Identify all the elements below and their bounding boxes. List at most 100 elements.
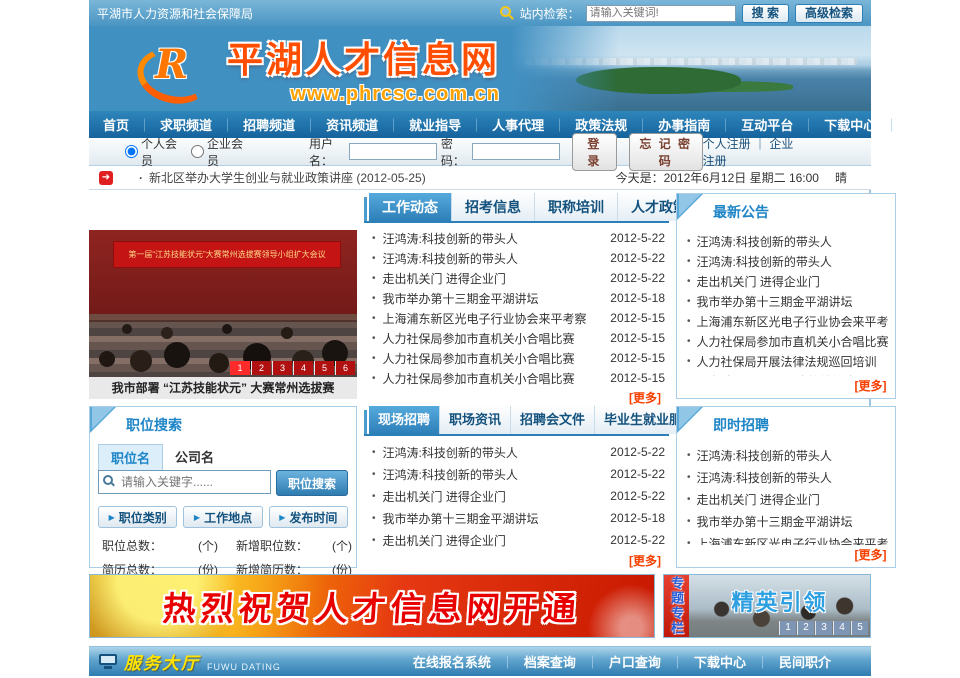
nav-item[interactable]: 资讯频道 <box>295 115 378 134</box>
login-bar: 个人会员 企业会员 用户名： 密码： 登 录 忘 记 密 码 个人注册 ｜ 企业… <box>89 138 871 166</box>
service-link[interactable]: 档案查询 <box>491 652 576 671</box>
news-tab[interactable]: 工作动态 <box>369 193 452 221</box>
notice-list: 汪鸿涛:科技创新的带头人汪鸿涛:科技创新的带头人走出机关门 进得企业门我市举办第… <box>677 227 895 376</box>
advanced-search-button[interactable]: 高级检索 <box>795 4 863 23</box>
celebration-banner[interactable]: 热烈祝贺人才信息网开通 <box>89 574 655 638</box>
member-type-company[interactable]: 企业会员 <box>191 135 247 169</box>
photo-page-button[interactable]: 5 <box>314 361 334 375</box>
nav-item[interactable]: 首页 <box>103 115 129 134</box>
photo-page-button[interactable]: 1 <box>230 361 250 375</box>
more-link[interactable]: [更多] <box>677 376 895 398</box>
job-filter-button[interactable]: ▶职位类别 <box>98 506 177 528</box>
news-item[interactable]: 汪鸿涛:科技创新的带头人2012-5-22 <box>366 248 665 268</box>
job-search-panel: 职位搜索 职位名 公司名 职位搜索 ▶职位类别▶工作地点▶发布时间 职位总数： <box>89 406 357 568</box>
instant-item[interactable]: 汪鸿涛:科技创新的带头人 <box>683 466 889 488</box>
notice-item[interactable]: 上海浦东新区光电子行业协会来平考 <box>683 311 889 331</box>
site-search-input[interactable] <box>586 5 736 22</box>
news-item[interactable]: 走出机关门 进得企业门2012-5-22 <box>366 268 665 288</box>
news-tab[interactable]: 招考信息 <box>452 193 535 221</box>
service-link[interactable]: 下载中心 <box>661 652 746 671</box>
member-type-personal[interactable]: 个人会员 <box>125 135 181 169</box>
news-tab[interactable]: 职称培训 <box>535 193 618 221</box>
corner-fold-icon <box>90 407 116 433</box>
news-item[interactable]: 走出机关门 进得企业门2012-5-22 <box>366 485 665 507</box>
nav-item[interactable]: 招聘频道 <box>212 115 295 134</box>
nav-item[interactable]: 人事代理 <box>461 115 544 134</box>
recruit-news-list: 汪鸿涛:科技创新的带头人2012-5-22汪鸿涛:科技创新的带头人2012-5-… <box>364 436 669 551</box>
login-button[interactable]: 登 录 <box>572 133 617 171</box>
notice-item[interactable]: 人力社保局参加市直机关小合唱比赛 <box>683 331 889 351</box>
celebration-banner-text: 热烈祝贺人才信息网开通 <box>161 582 582 630</box>
special-column-banner[interactable]: 专题专栏 精英引领 12345 <box>663 574 871 638</box>
notice-item[interactable]: 我市举办第十三期金平湖讲坛 <box>683 291 889 311</box>
announcement-link[interactable]: 新北区举办大学生创业与就业政策讲座 (2012-05-25) <box>139 169 426 186</box>
news-tab[interactable]: 职场资讯 <box>440 406 511 434</box>
service-link[interactable]: 户口查询 <box>576 652 661 671</box>
service-hall-title: 服务大厅 <box>124 649 200 674</box>
nav-item[interactable]: 下载中心 <box>793 115 876 134</box>
job-keyword-input[interactable] <box>98 470 271 494</box>
photo-page-button[interactable]: 3 <box>272 361 292 375</box>
notice-item[interactable]: 人力社保局开展法律法规巡回培训 <box>683 351 889 371</box>
news-item[interactable]: 我市举办第十三期金平湖讲坛2012-5-18 <box>366 507 665 529</box>
recruit-news-block: 现场招聘职场资讯招聘会文件毕业生就业服务 汪鸿涛:科技创新的带头人2012-5-… <box>364 406 669 568</box>
job-stat-value: (个) <box>180 537 236 554</box>
top-bar: 平湖市人力资源和社会保障局 站内检索： 搜 索 高级检索 <box>89 0 871 26</box>
password-field[interactable] <box>472 143 560 160</box>
instant-item[interactable]: 我市举办第十三期金平湖讲坛 <box>683 510 889 532</box>
special-page-button[interactable]: 5 <box>851 621 868 635</box>
nav-item[interactable]: 就业指导 <box>378 115 461 134</box>
nav-item[interactable]: 互动平台 <box>710 115 793 134</box>
more-link[interactable]: [更多] <box>677 545 895 567</box>
news-item[interactable]: 汪鸿涛:科技创新的带头人2012-5-22 <box>366 463 665 485</box>
special-page-button[interactable]: 2 <box>797 621 814 635</box>
news-item[interactable]: 我市举办第十三期金平湖讲坛2012-5-18 <box>366 288 665 308</box>
username-field[interactable] <box>349 143 437 160</box>
personal-member-radio[interactable] <box>125 145 138 158</box>
nav-item[interactable]: 政策法规 <box>544 115 627 134</box>
register-personal-link[interactable]: 个人注册 <box>703 137 751 151</box>
job-filter-button[interactable]: ▶发布时间 <box>269 506 348 528</box>
photo-page-button[interactable]: 6 <box>335 361 355 375</box>
service-link[interactable]: 在线报名系统 <box>413 652 491 671</box>
job-filter-button[interactable]: ▶工作地点 <box>183 506 262 528</box>
instant-item[interactable]: 上海浦东新区光电子行业协会来平考 <box>683 532 889 545</box>
news-item[interactable]: 汪鸿涛:科技创新的带头人2012-5-22 <box>366 441 665 463</box>
photo-page-button[interactable]: 2 <box>251 361 271 375</box>
site-logo-icon[interactable]: R <box>135 39 213 99</box>
notice-item[interactable]: 汪鸿涛:科技创新的带头人 <box>683 231 889 251</box>
tab-company-name[interactable]: 公司名 <box>163 444 226 470</box>
special-page-button[interactable]: 3 <box>815 621 832 635</box>
special-page-button[interactable]: 1 <box>779 621 796 635</box>
forgot-password-button[interactable]: 忘 记 密 码 <box>629 133 703 171</box>
search-button[interactable]: 搜 索 <box>742 4 789 23</box>
news-item[interactable]: 人力社保局参加市直机关小合唱比赛2012-5-15 <box>366 368 665 388</box>
nav-item[interactable]: 办事指南 <box>627 115 710 134</box>
news-item[interactable]: 汪鸿涛:科技创新的带头人2012-5-22 <box>366 228 665 248</box>
more-link[interactable]: [更多] <box>364 551 669 573</box>
news-tab[interactable]: 招聘会文件 <box>511 406 595 434</box>
bureau-name: 平湖市人力资源和社会保障局 <box>97 5 253 22</box>
nav-item[interactable]: 网站地图 <box>876 115 959 134</box>
news-photo-slide[interactable]: 第一届“江苏技能状元”大赛常州选拔赛领导小组扩大会议 123456 <box>89 193 357 377</box>
notice-item[interactable]: 汪鸿涛:科技创新的带头人 <box>683 251 889 271</box>
special-page-button[interactable]: 4 <box>833 621 850 635</box>
news-item[interactable]: 人力社保局参加市直机关小合唱比赛2012-5-15 <box>366 348 665 368</box>
news-item[interactable]: 上海浦东新区光电子行业协会来平考察2012-5-15 <box>366 308 665 328</box>
news-tab[interactable]: 现场招聘 <box>369 406 440 434</box>
instant-item[interactable]: 走出机关门 进得企业门 <box>683 488 889 510</box>
job-search-button[interactable]: 职位搜索 <box>276 470 348 496</box>
company-member-radio[interactable] <box>191 145 204 158</box>
photo-caption[interactable]: 我市部署 “江苏技能状元” 大赛常州选拔赛 <box>89 377 357 399</box>
nav-item[interactable]: 求职频道 <box>129 115 212 134</box>
notice-item[interactable]: 走出机关门 进得企业门 <box>683 271 889 291</box>
news-item[interactable]: 人力社保局参加市直机关小合唱比赛2012-5-15 <box>366 328 665 348</box>
work-news-block: 工作动态招考信息职称培训人才政策 汪鸿涛:科技创新的带头人2012-5-22汪鸿… <box>364 193 669 399</box>
tab-position-name[interactable]: 职位名 <box>98 444 163 470</box>
service-hall-bar: 服务大厅 FUWU DATING 在线报名系统档案查询户口查询下载中心民间职介 <box>89 646 871 676</box>
instant-item[interactable]: 汪鸿涛:科技创新的带头人 <box>683 444 889 466</box>
photo-page-button[interactable]: 4 <box>293 361 313 375</box>
news-item[interactable]: 走出机关门 进得企业门2012-5-22 <box>366 529 665 551</box>
service-link[interactable]: 民间职介 <box>746 652 831 671</box>
photo-pagination: 123456 <box>230 361 355 375</box>
